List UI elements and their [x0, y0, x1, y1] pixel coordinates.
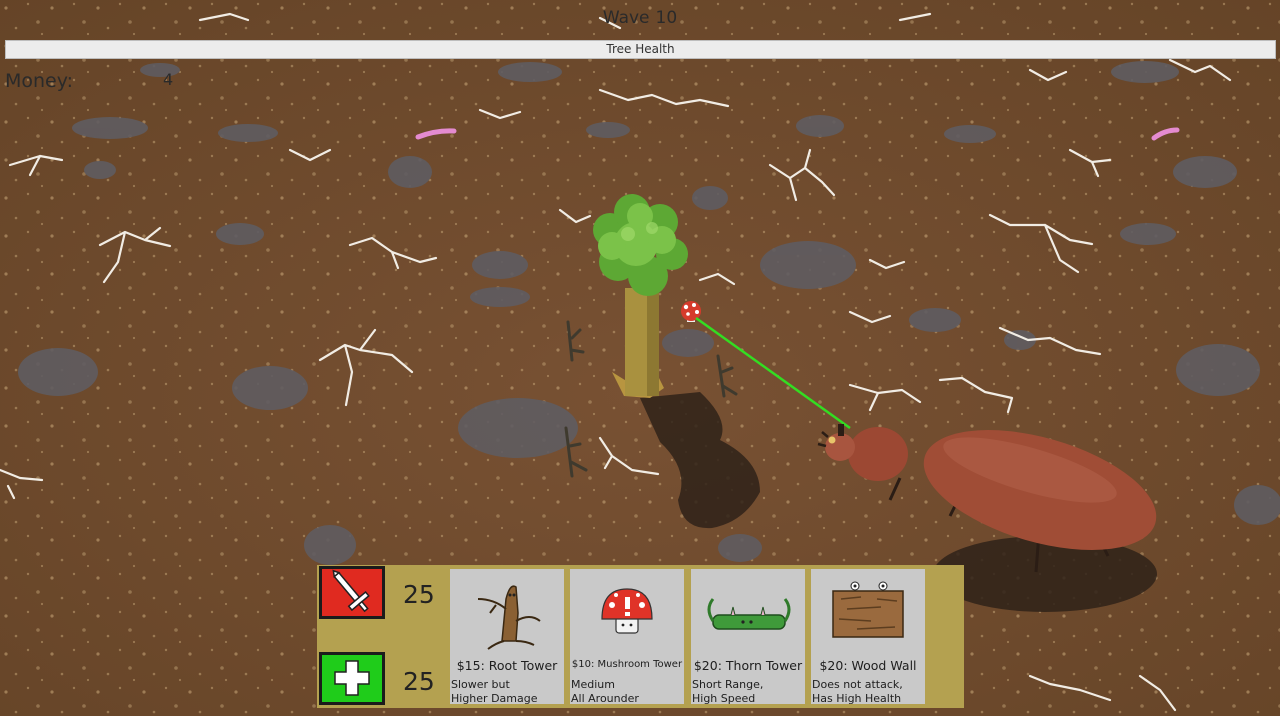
- money-value: 4: [163, 70, 174, 89]
- plus-icon: [334, 660, 370, 696]
- mushroom-tower-desc: Medium All Arounder: [571, 678, 639, 705]
- attack-value: 25: [403, 580, 435, 609]
- health-value: 25: [403, 667, 435, 696]
- money-label: Money:: [5, 70, 74, 92]
- tree-health-bar: Tree Health: [5, 40, 1276, 59]
- thorn-tower-icon: [707, 598, 791, 630]
- wood-wall-card[interactable]: $20: Wood Wall Does not attack, Has High…: [811, 569, 925, 705]
- wave-label: Wave: [602, 8, 650, 28]
- tower-shop-panel: 25 25 $15: Root Tower Slower but Higher …: [317, 565, 964, 708]
- root-tower-desc: Slower but Higher Damage: [451, 678, 538, 705]
- thorn-tower-desc: Short Range, High Speed: [692, 678, 764, 705]
- wood-wall-title: $20: Wood Wall: [819, 658, 917, 673]
- tree-health-label: Tree Health: [606, 42, 675, 56]
- wood-wall-icon: [832, 581, 904, 638]
- root-tower-icon: [477, 585, 541, 650]
- wood-wall-desc: Does not attack, Has High Health: [812, 678, 903, 705]
- mushroom-tower-card[interactable]: $10: Mushroom Tower Medium All Arounder: [570, 569, 684, 705]
- mushroom-tower-title: $10: Mushroom Tower: [571, 659, 683, 670]
- sword-icon: [332, 569, 370, 613]
- root-tower-title: $15: Root Tower: [456, 658, 558, 673]
- root-tower-card[interactable]: $15: Root Tower Slower but Higher Damage: [450, 569, 564, 705]
- wave-counter: Wave 10: [0, 8, 1280, 28]
- upgrade-health-button[interactable]: [319, 652, 385, 705]
- wave-number: 10: [655, 8, 678, 28]
- thorn-tower-card[interactable]: $20: Thorn Tower Short Range, High Speed: [691, 569, 805, 705]
- mushroom-tower-icon: [601, 588, 653, 634]
- thorn-tower-title: $20: Thorn Tower: [693, 658, 803, 673]
- upgrade-attack-button[interactable]: [319, 566, 385, 619]
